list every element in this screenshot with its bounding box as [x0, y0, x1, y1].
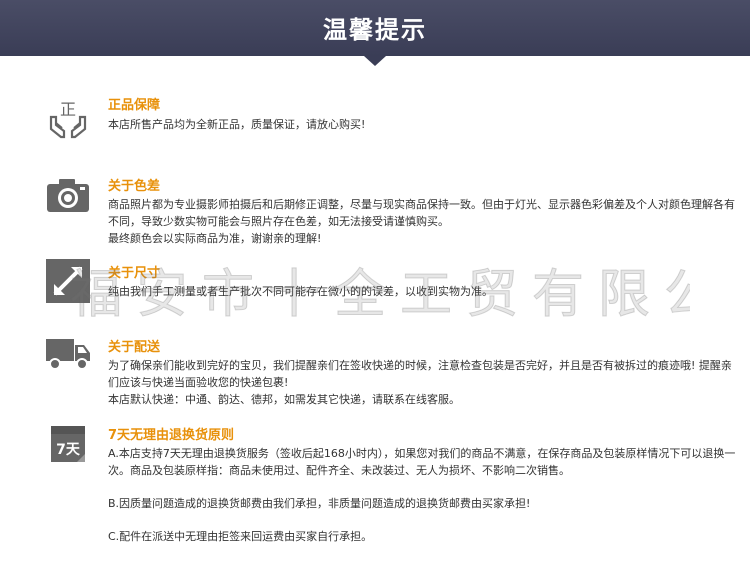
section-line: A.本店支持7天无理由退换货服务（签收后起168小时内），如果您对我们的商品不满…: [108, 447, 736, 477]
page-title: 温馨提示: [323, 16, 427, 44]
section-line: 为了确保亲们能收到完好的宝贝，我们提醒亲们在签收快递的时候，注意检查包装是否完好…: [108, 359, 732, 389]
section-body: 商品照片都为专业摄影师拍摄后和后期修正调整，尽量与现实商品保持一致。但由于灯光、…: [108, 196, 738, 247]
section-title: 7天无理由退换货原则: [108, 428, 235, 443]
section-line: 本店所售产品均为全新正品，质量保证，请放心购买!: [108, 118, 366, 131]
camera-icon: [45, 172, 91, 218]
section-title: 关于配送: [108, 340, 161, 355]
section-title: 正品保障: [108, 98, 161, 113]
section-line: 本店默认快递：中通、韵达、德邦，如需发其它快递，请联系在线客服。: [108, 393, 460, 406]
seven-day-calendar-icon: 7天: [45, 420, 91, 466]
section-title: 关于色差: [108, 179, 161, 194]
svg-text:正: 正: [60, 100, 76, 119]
header-notch: [364, 56, 386, 66]
section-body: A.本店支持7天无理由退换货服务（签收后起168小时内），如果您对我们的商品不满…: [108, 445, 738, 545]
hands-authentic-icon: 正: [45, 95, 91, 141]
truck-icon: [45, 329, 91, 375]
section-line: B.因质量问题造成的退换货邮费由我们承担，非质量问题造成的退换货邮费由买家承担!: [108, 497, 531, 510]
section-body: 为了确保亲们能收到完好的宝贝，我们提醒亲们在签收快递的时候，注意检查包装是否完好…: [108, 357, 738, 408]
section-line: 最终颜色会以实际商品为准，谢谢亲的理解!: [108, 232, 322, 245]
header-banner: 温馨提示: [0, 0, 750, 56]
calendar-icon-label: 7天: [56, 442, 81, 458]
section-line: C.配件在派送中无理由拒签来回运费由买家自行承担。: [108, 530, 373, 543]
section-body: 本店所售产品均为全新正品，质量保证，请放心购买!: [108, 116, 738, 133]
section-line: 商品照片都为专业摄影师拍摄后和后期修正调整，尽量与现实商品保持一致。但由于灯光、…: [108, 198, 735, 228]
watermark: 福安市十全工贸有限公司: [70, 265, 690, 323]
